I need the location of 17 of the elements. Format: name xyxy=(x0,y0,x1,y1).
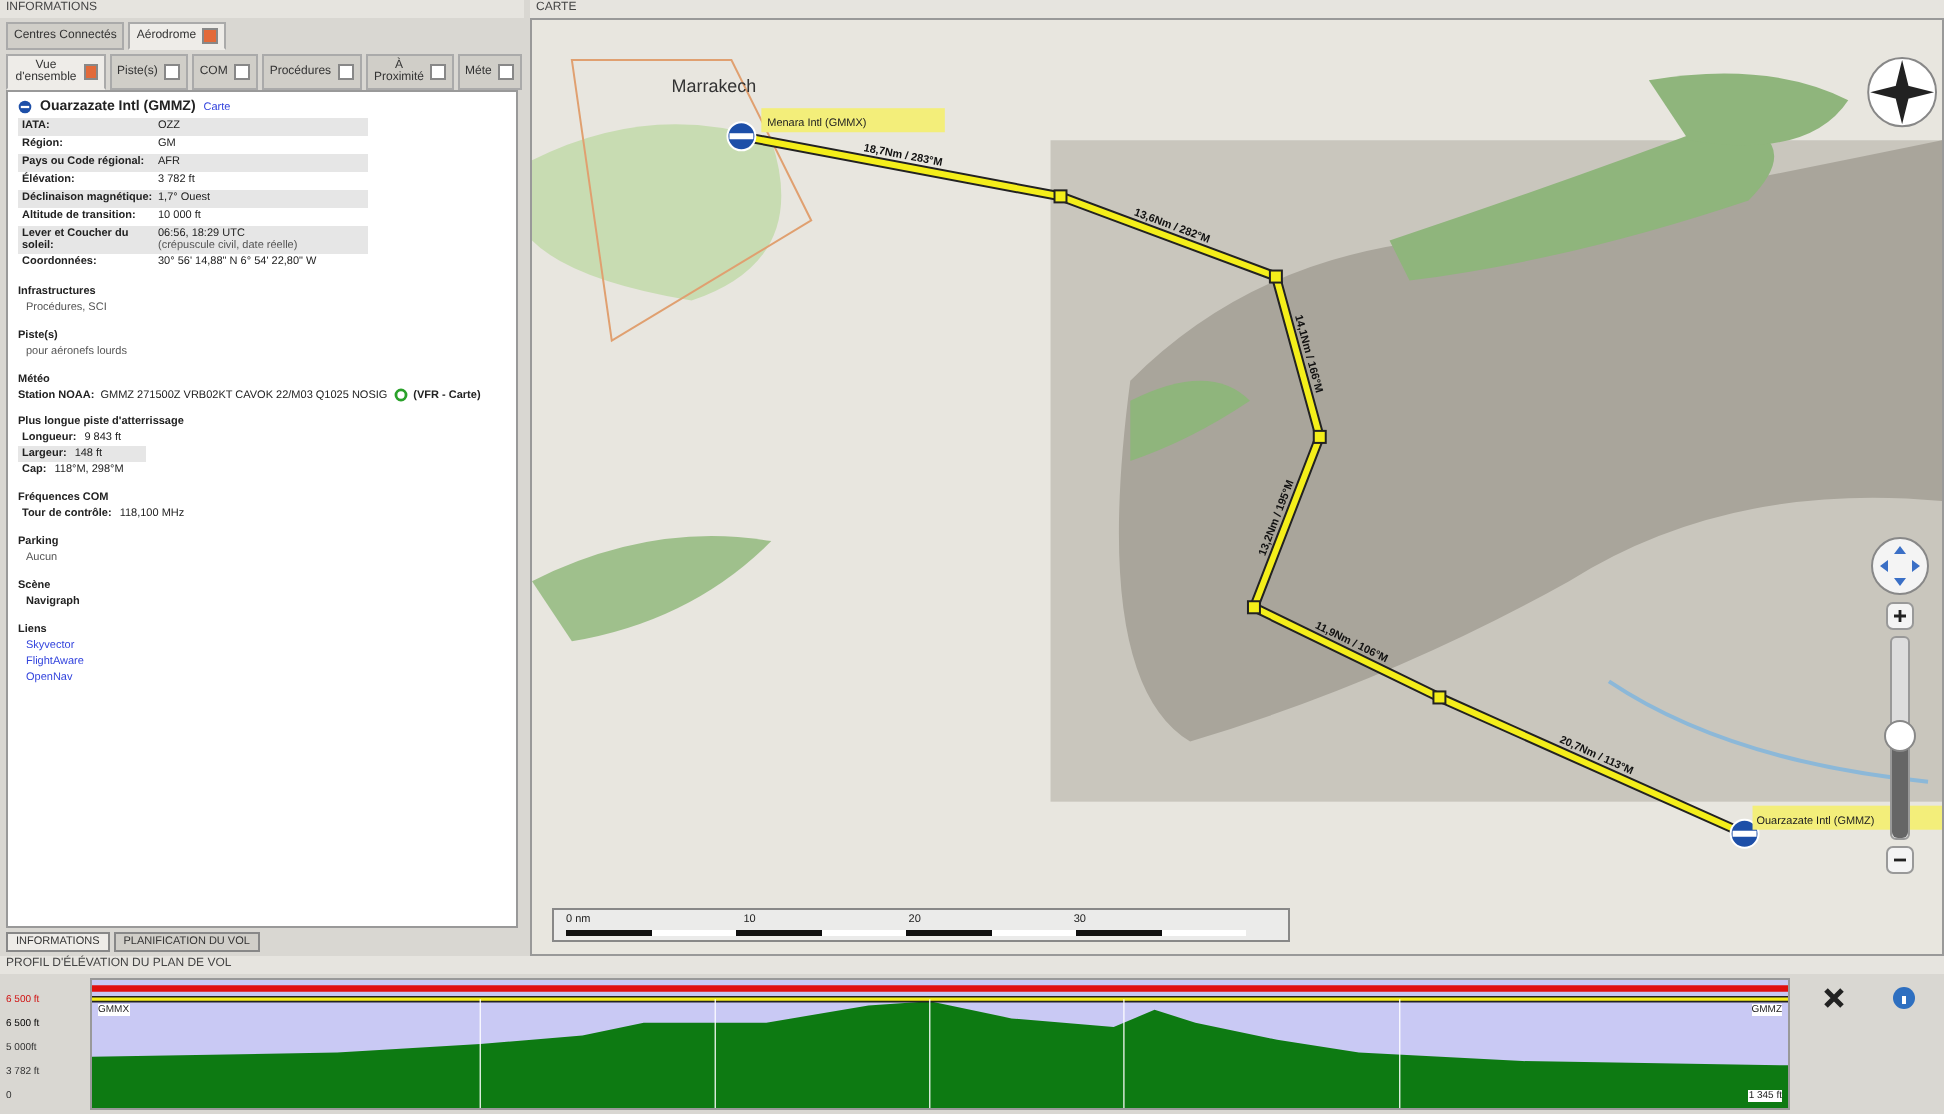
waypoint-icon xyxy=(1268,269,1283,284)
compass-icon xyxy=(1867,57,1937,128)
ring-icon xyxy=(393,388,408,402)
help-icon[interactable] xyxy=(1891,986,1915,1010)
zoom-slider[interactable] xyxy=(1890,636,1910,840)
waypoint-icon xyxy=(1053,189,1068,204)
airport-icon xyxy=(726,121,757,152)
pan-control-icon[interactable] xyxy=(1870,536,1930,596)
waypoint-icon xyxy=(1432,690,1447,705)
airport-icon xyxy=(1729,818,1760,849)
airport-icon xyxy=(18,100,32,114)
waypoint-icon xyxy=(1246,600,1261,615)
zoom-in-button[interactable] xyxy=(1886,602,1914,630)
waypoint-icon xyxy=(1312,429,1327,444)
forest-area xyxy=(1130,380,1250,461)
zoom-out-button[interactable] xyxy=(1886,846,1914,874)
close-icon[interactable] xyxy=(1821,986,1845,1010)
